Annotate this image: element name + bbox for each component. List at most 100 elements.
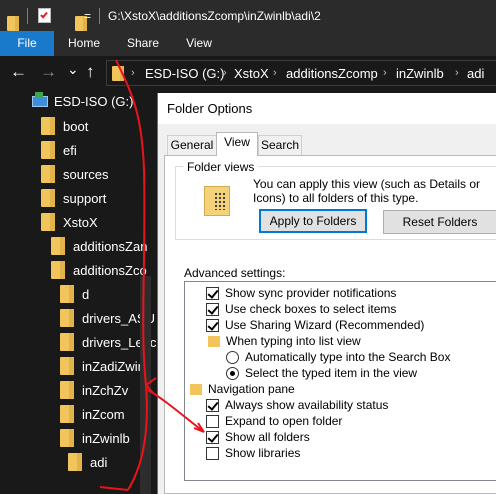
folder-icon (60, 309, 74, 327)
setting-expand-to-open-folder[interactable]: Expand to open folder (206, 413, 342, 429)
tab-view[interactable]: View (180, 31, 218, 56)
setting-label: Show sync provider notifications (225, 286, 397, 300)
breadcrumb-additionszcomp[interactable]: additionsZcomp (286, 66, 378, 81)
folder-icon (41, 213, 55, 231)
tree-item-d[interactable]: d (60, 282, 89, 306)
setting-always-show-availability[interactable]: Always show availability status (206, 397, 388, 413)
tree-item-label: sources (63, 166, 109, 182)
tab-general[interactable]: General (167, 135, 217, 155)
tab-home[interactable]: Home (63, 31, 105, 56)
advanced-settings-heading: Advanced settings: (184, 266, 286, 280)
tree-item-additionszco[interactable]: additionsZco (51, 258, 147, 282)
setting-label: Always show availability status (225, 398, 389, 412)
quick-access-dropdown-icon[interactable]: = (84, 9, 91, 23)
setting-label: Select the typed item in the view (245, 366, 418, 380)
window-title: G:\XstoX\additionsZcomp\inZwinlb\adi\2 (108, 9, 321, 23)
tree-item-efi[interactable]: efi (41, 138, 77, 162)
navigation-pane-icon (190, 383, 202, 395)
folder-icon (41, 165, 55, 183)
folder-icon (51, 261, 65, 279)
reset-folders-button[interactable]: Reset Folders (383, 210, 496, 234)
tree-item-xstox[interactable]: XstoX (41, 210, 98, 234)
tree-item-inzwinlb[interactable]: inZwinlb (60, 426, 130, 450)
breadcrumb-separator[interactable]: › (131, 67, 135, 79)
dialog-title-bar[interactable]: Folder Options (158, 93, 496, 124)
tree-item-label: additionsZco (73, 262, 147, 278)
back-button[interactable]: ← (10, 63, 27, 81)
folder-views-icon (204, 186, 230, 216)
tree-item-inzcom[interactable]: inZcom (60, 402, 125, 426)
up-button[interactable]: ↑ (86, 63, 95, 81)
forward-button[interactable]: → (40, 63, 57, 81)
tree-item-sources[interactable]: sources (41, 162, 109, 186)
breadcrumb-separator[interactable]: › (223, 67, 227, 79)
setting-label: Automatically type into the Search Box (245, 350, 451, 364)
folder-icon (60, 429, 74, 447)
checkbox[interactable] (206, 446, 219, 460)
setting-group-typing-list-view: When typing into list view (208, 333, 361, 349)
properties-checkmark-icon[interactable] (38, 8, 51, 23)
tree-item-boot[interactable]: boot (41, 114, 88, 138)
drive-icon (32, 91, 48, 107)
tree-item-support[interactable]: support (41, 186, 106, 210)
breadcrumb-separator[interactable]: › (273, 67, 277, 79)
tree-item-label: support (63, 190, 107, 206)
tree-item-label: boot (63, 118, 89, 134)
address-folder-icon (112, 66, 124, 81)
address-bar[interactable]: › ESD-ISO (G:) › XstoX › additionsZcomp … (106, 60, 496, 86)
breadcrumb-xstox[interactable]: XstoX (234, 66, 269, 81)
folder-icon (41, 117, 55, 135)
apply-to-folders-button[interactable]: Apply to Folders (259, 209, 367, 233)
setting-show-libraries[interactable]: Show libraries (206, 445, 300, 461)
tree-item-label: inZcom (82, 406, 125, 422)
tree-scrollbar-thumb[interactable] (140, 276, 151, 494)
breadcrumb-separator[interactable]: › (455, 67, 459, 79)
setting-show-sync-provider-notifications[interactable]: Show sync provider notifications (206, 285, 396, 301)
checkbox[interactable] (206, 286, 219, 300)
breadcrumb-drive[interactable]: ESD-ISO (G:) (145, 66, 224, 81)
recent-locations-button[interactable]: ⌄ (67, 60, 79, 78)
setting-select-typed-item[interactable]: Select the typed item in the view (226, 365, 417, 381)
radio-button[interactable] (226, 366, 239, 380)
tree-item-label: ESD-ISO (G:) (54, 93, 134, 109)
setting-use-sharing-wizard[interactable]: Use Sharing Wizard (Recommended) (206, 317, 424, 333)
tree-item-inzadizwinl[interactable]: inZadiZwinl (60, 354, 148, 378)
radio-button[interactable] (226, 350, 239, 364)
checkbox[interactable] (206, 414, 219, 428)
setting-label: Expand to open folder (225, 414, 343, 428)
tree-item-label: inZchZv (82, 382, 129, 398)
breadcrumb-adi[interactable]: adi (467, 66, 484, 81)
setting-use-check-boxes[interactable]: Use check boxes to select items (206, 301, 396, 317)
breadcrumb-inzwinlb[interactable]: inZwinlb (396, 66, 444, 81)
tab-search[interactable]: Search (258, 135, 302, 155)
tab-share[interactable]: Share (121, 31, 165, 56)
setting-label: Use Sharing Wizard (Recommended) (225, 318, 425, 332)
tree-item-label: inZwinlb (82, 430, 130, 446)
checkbox[interactable] (206, 302, 219, 316)
setting-show-all-folders[interactable]: Show all folders (206, 429, 310, 445)
folder-icon (51, 237, 65, 255)
folder-icon (60, 285, 74, 303)
setting-label: Use check boxes to select items (225, 302, 397, 316)
folder-options-dialog: Folder Options General View Search Folde… (157, 93, 496, 494)
folder-icon (60, 405, 74, 423)
checkbox[interactable] (206, 318, 219, 332)
tree-item-label: XstoX (63, 214, 98, 230)
setting-group-navigation-pane: Navigation pane (190, 381, 295, 397)
checkbox[interactable] (206, 430, 219, 444)
tree-item-label: adi (90, 454, 108, 470)
folder-icon (60, 357, 74, 375)
tree-item-inzchzv[interactable]: inZchZv (60, 378, 128, 402)
tree-item-drive[interactable]: ESD-ISO (G:) (32, 89, 133, 113)
tab-view[interactable]: View (216, 132, 258, 156)
dialog-title: Folder Options (167, 101, 253, 116)
tab-file[interactable]: File (0, 31, 54, 56)
title-bar: = G:\XstoX\additionsZcomp\inZwinlb\adi\2 (0, 0, 496, 31)
tree-item-additionszan[interactable]: additionsZan (51, 234, 147, 258)
breadcrumb-separator[interactable]: › (383, 67, 387, 79)
setting-auto-type-search-box[interactable]: Automatically type into the Search Box (226, 349, 450, 365)
checkbox[interactable] (206, 398, 219, 412)
folder-icon (60, 381, 74, 399)
tree-item-adi[interactable]: adi (68, 450, 107, 474)
folder-icon (41, 189, 55, 207)
